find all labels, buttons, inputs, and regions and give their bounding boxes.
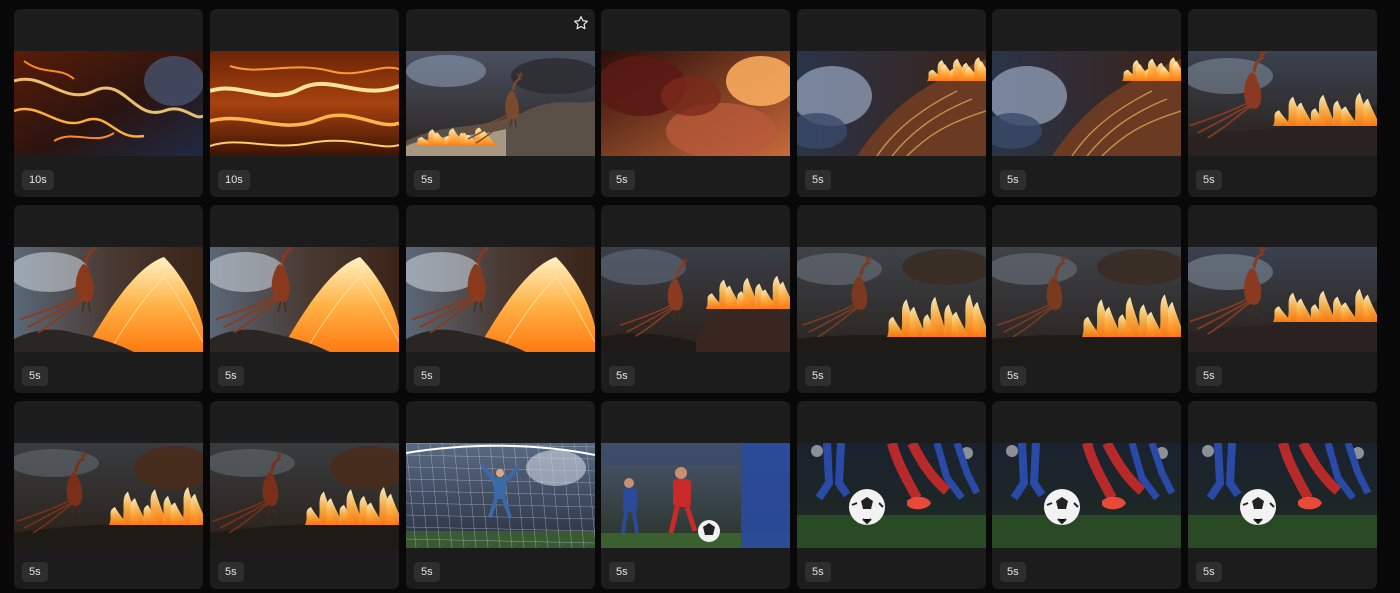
video-card[interactable]: 5s (1188, 205, 1377, 393)
video-card[interactable]: 5s (1188, 401, 1377, 589)
duration-badge: 5s (414, 170, 440, 190)
duration-badge: 5s (218, 562, 244, 582)
video-card[interactable]: 5s (210, 401, 399, 589)
video-thumbnail[interactable] (601, 247, 790, 352)
duration-badge: 5s (1000, 562, 1026, 582)
video-thumbnail[interactable] (210, 443, 399, 548)
video-thumbnail[interactable] (14, 443, 203, 548)
video-card[interactable]: 5s (797, 205, 986, 393)
duration-badge: 5s (805, 562, 831, 582)
video-card[interactable]: 5s (14, 205, 203, 393)
duration-badge: 5s (609, 562, 635, 582)
video-thumbnail[interactable] (992, 443, 1181, 548)
duration-badge: 5s (805, 366, 831, 386)
duration-badge: 5s (1196, 366, 1222, 386)
video-card[interactable]: 5s (1188, 9, 1377, 197)
video-card[interactable]: 5s (210, 205, 399, 393)
video-card[interactable]: 5s (601, 401, 790, 589)
video-card[interactable]: 5s (406, 9, 595, 197)
video-thumbnail[interactable] (14, 51, 203, 156)
duration-badge: 5s (609, 366, 635, 386)
video-card[interactable]: 5s (992, 205, 1181, 393)
duration-badge: 5s (609, 170, 635, 190)
duration-badge: 5s (414, 562, 440, 582)
duration-badge: 5s (805, 170, 831, 190)
video-thumbnail[interactable] (406, 443, 595, 548)
video-card[interactable]: 5s (601, 205, 790, 393)
video-thumbnail[interactable] (797, 51, 986, 156)
video-thumbnail[interactable] (1188, 247, 1377, 352)
video-thumbnail[interactable] (1188, 51, 1377, 156)
video-gallery-grid: 10s 10s 5s 5s 5s 5s 5s 5s 5s 5s 5s 5s 5s 5s 5s 5s 5s 5s 5s… (0, 0, 1400, 593)
video-thumbnail[interactable] (992, 247, 1181, 352)
video-thumbnail[interactable] (601, 443, 790, 548)
video-card[interactable]: 10s (210, 9, 399, 197)
video-card[interactable]: 10s (14, 9, 203, 197)
duration-badge: 10s (218, 170, 250, 190)
duration-badge: 5s (1196, 562, 1222, 582)
duration-badge: 5s (1000, 366, 1026, 386)
video-thumbnail[interactable] (601, 51, 790, 156)
duration-badge: 5s (414, 366, 440, 386)
duration-badge: 5s (1000, 170, 1026, 190)
duration-badge: 5s (218, 366, 244, 386)
video-thumbnail[interactable] (14, 247, 203, 352)
video-card[interactable]: 5s (601, 9, 790, 197)
duration-badge: 5s (1196, 170, 1222, 190)
star-outline-icon[interactable] (573, 15, 589, 31)
video-card[interactable]: 5s (797, 401, 986, 589)
video-thumbnail[interactable] (1188, 443, 1377, 548)
video-card[interactable]: 5s (14, 401, 203, 589)
video-card[interactable]: 5s (406, 401, 595, 589)
duration-badge: 5s (22, 562, 48, 582)
video-thumbnail[interactable] (797, 443, 986, 548)
video-thumbnail[interactable] (797, 247, 986, 352)
video-card[interactable]: 5s (992, 9, 1181, 197)
video-card[interactable]: 5s (992, 401, 1181, 589)
duration-badge: 5s (22, 366, 48, 386)
video-thumbnail[interactable] (406, 247, 595, 352)
duration-badge: 10s (22, 170, 54, 190)
video-thumbnail[interactable] (210, 51, 399, 156)
video-thumbnail[interactable] (406, 51, 595, 156)
video-card[interactable]: 5s (406, 205, 595, 393)
video-thumbnail[interactable] (992, 51, 1181, 156)
video-thumbnail[interactable] (210, 247, 399, 352)
video-card[interactable]: 5s (797, 9, 986, 197)
